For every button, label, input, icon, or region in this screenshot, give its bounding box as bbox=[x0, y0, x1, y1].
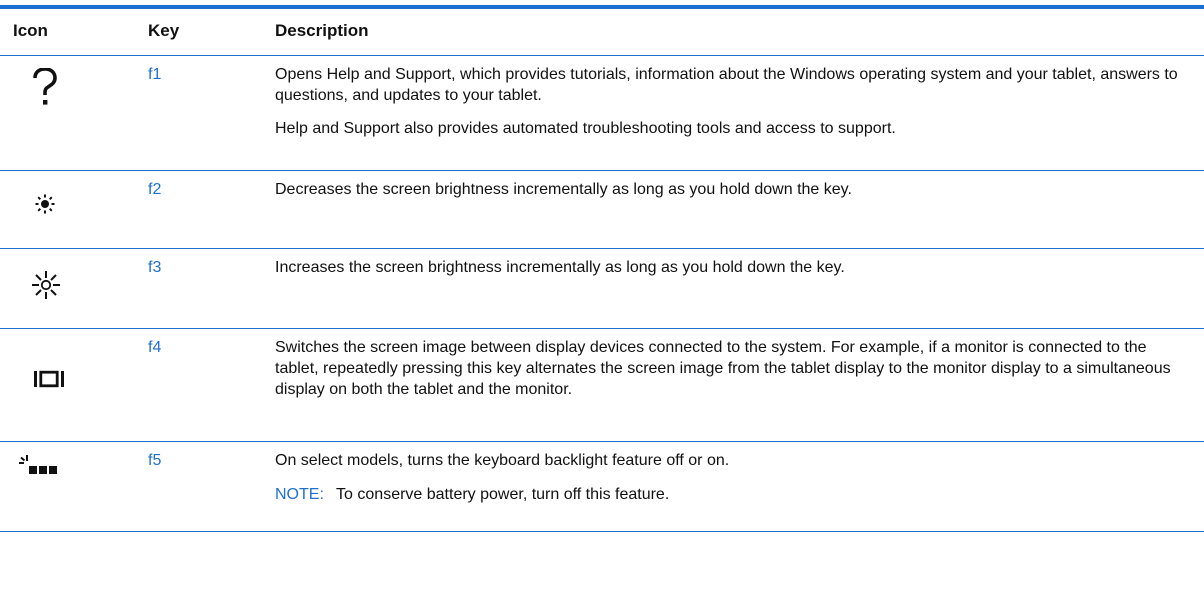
key-cell: f4 bbox=[148, 328, 275, 442]
display-switch-icon bbox=[34, 370, 64, 388]
table-row: f2 Decreases the screen brightness incre… bbox=[0, 170, 1204, 249]
brightness-down-icon bbox=[35, 194, 55, 214]
column-header-key: Key bbox=[148, 9, 275, 56]
icon-cell bbox=[0, 248, 148, 329]
table-row: f5 On select models, turns the keyboard … bbox=[0, 441, 1204, 532]
brightness-up-icon bbox=[32, 271, 60, 299]
key-cell: f2 bbox=[148, 170, 275, 249]
key-cell: f3 bbox=[148, 248, 275, 329]
note-label: NOTE: bbox=[275, 486, 324, 503]
icon-cell bbox=[0, 55, 148, 171]
table-row: f1 Opens Help and Support, which provide… bbox=[0, 55, 1204, 171]
description-cell: On select models, turns the keyboard bac… bbox=[275, 441, 1204, 532]
column-header-description: Description bbox=[275, 9, 1204, 56]
description-cell: Switches the screen image between displa… bbox=[275, 328, 1204, 442]
icon-cell bbox=[0, 170, 148, 249]
column-header-icon: Icon bbox=[0, 9, 148, 56]
description-paragraph: Decreases the screen brightness incremen… bbox=[275, 181, 852, 198]
description-cell: Opens Help and Support, which provides t… bbox=[275, 55, 1204, 171]
description-cell: Decreases the screen brightness incremen… bbox=[275, 170, 1204, 249]
keyboard-backlight-icon bbox=[19, 455, 57, 474]
description-paragraph: Opens Help and Support, which provides t… bbox=[275, 66, 1178, 104]
description-paragraph: Increases the screen brightness incremen… bbox=[275, 259, 845, 276]
note-text: To conserve battery power, turn off this… bbox=[336, 486, 670, 503]
description-cell: Increases the screen brightness incremen… bbox=[275, 248, 1204, 329]
note-paragraph: NOTE: To conserve battery power, turn of… bbox=[275, 484, 1184, 505]
key-cell: f1 bbox=[148, 55, 275, 171]
description-paragraph: Help and Support also provides automated… bbox=[275, 120, 896, 137]
description-paragraph: Switches the screen image between displa… bbox=[275, 339, 1171, 398]
icon-cell bbox=[0, 328, 148, 442]
table-row: f4 Switches the screen image between dis… bbox=[0, 328, 1204, 442]
key-cell: f5 bbox=[148, 441, 275, 532]
description-paragraph: On select models, turns the keyboard bac… bbox=[275, 452, 730, 469]
icon-cell bbox=[0, 441, 148, 532]
table-row: f3 Increases the screen brightness incre… bbox=[0, 248, 1204, 329]
function-keys-table: Icon Key Description f1 Opens Help and S… bbox=[0, 9, 1204, 532]
help-question-mark-icon bbox=[33, 68, 57, 105]
table-header-row: Icon Key Description bbox=[0, 9, 1204, 56]
